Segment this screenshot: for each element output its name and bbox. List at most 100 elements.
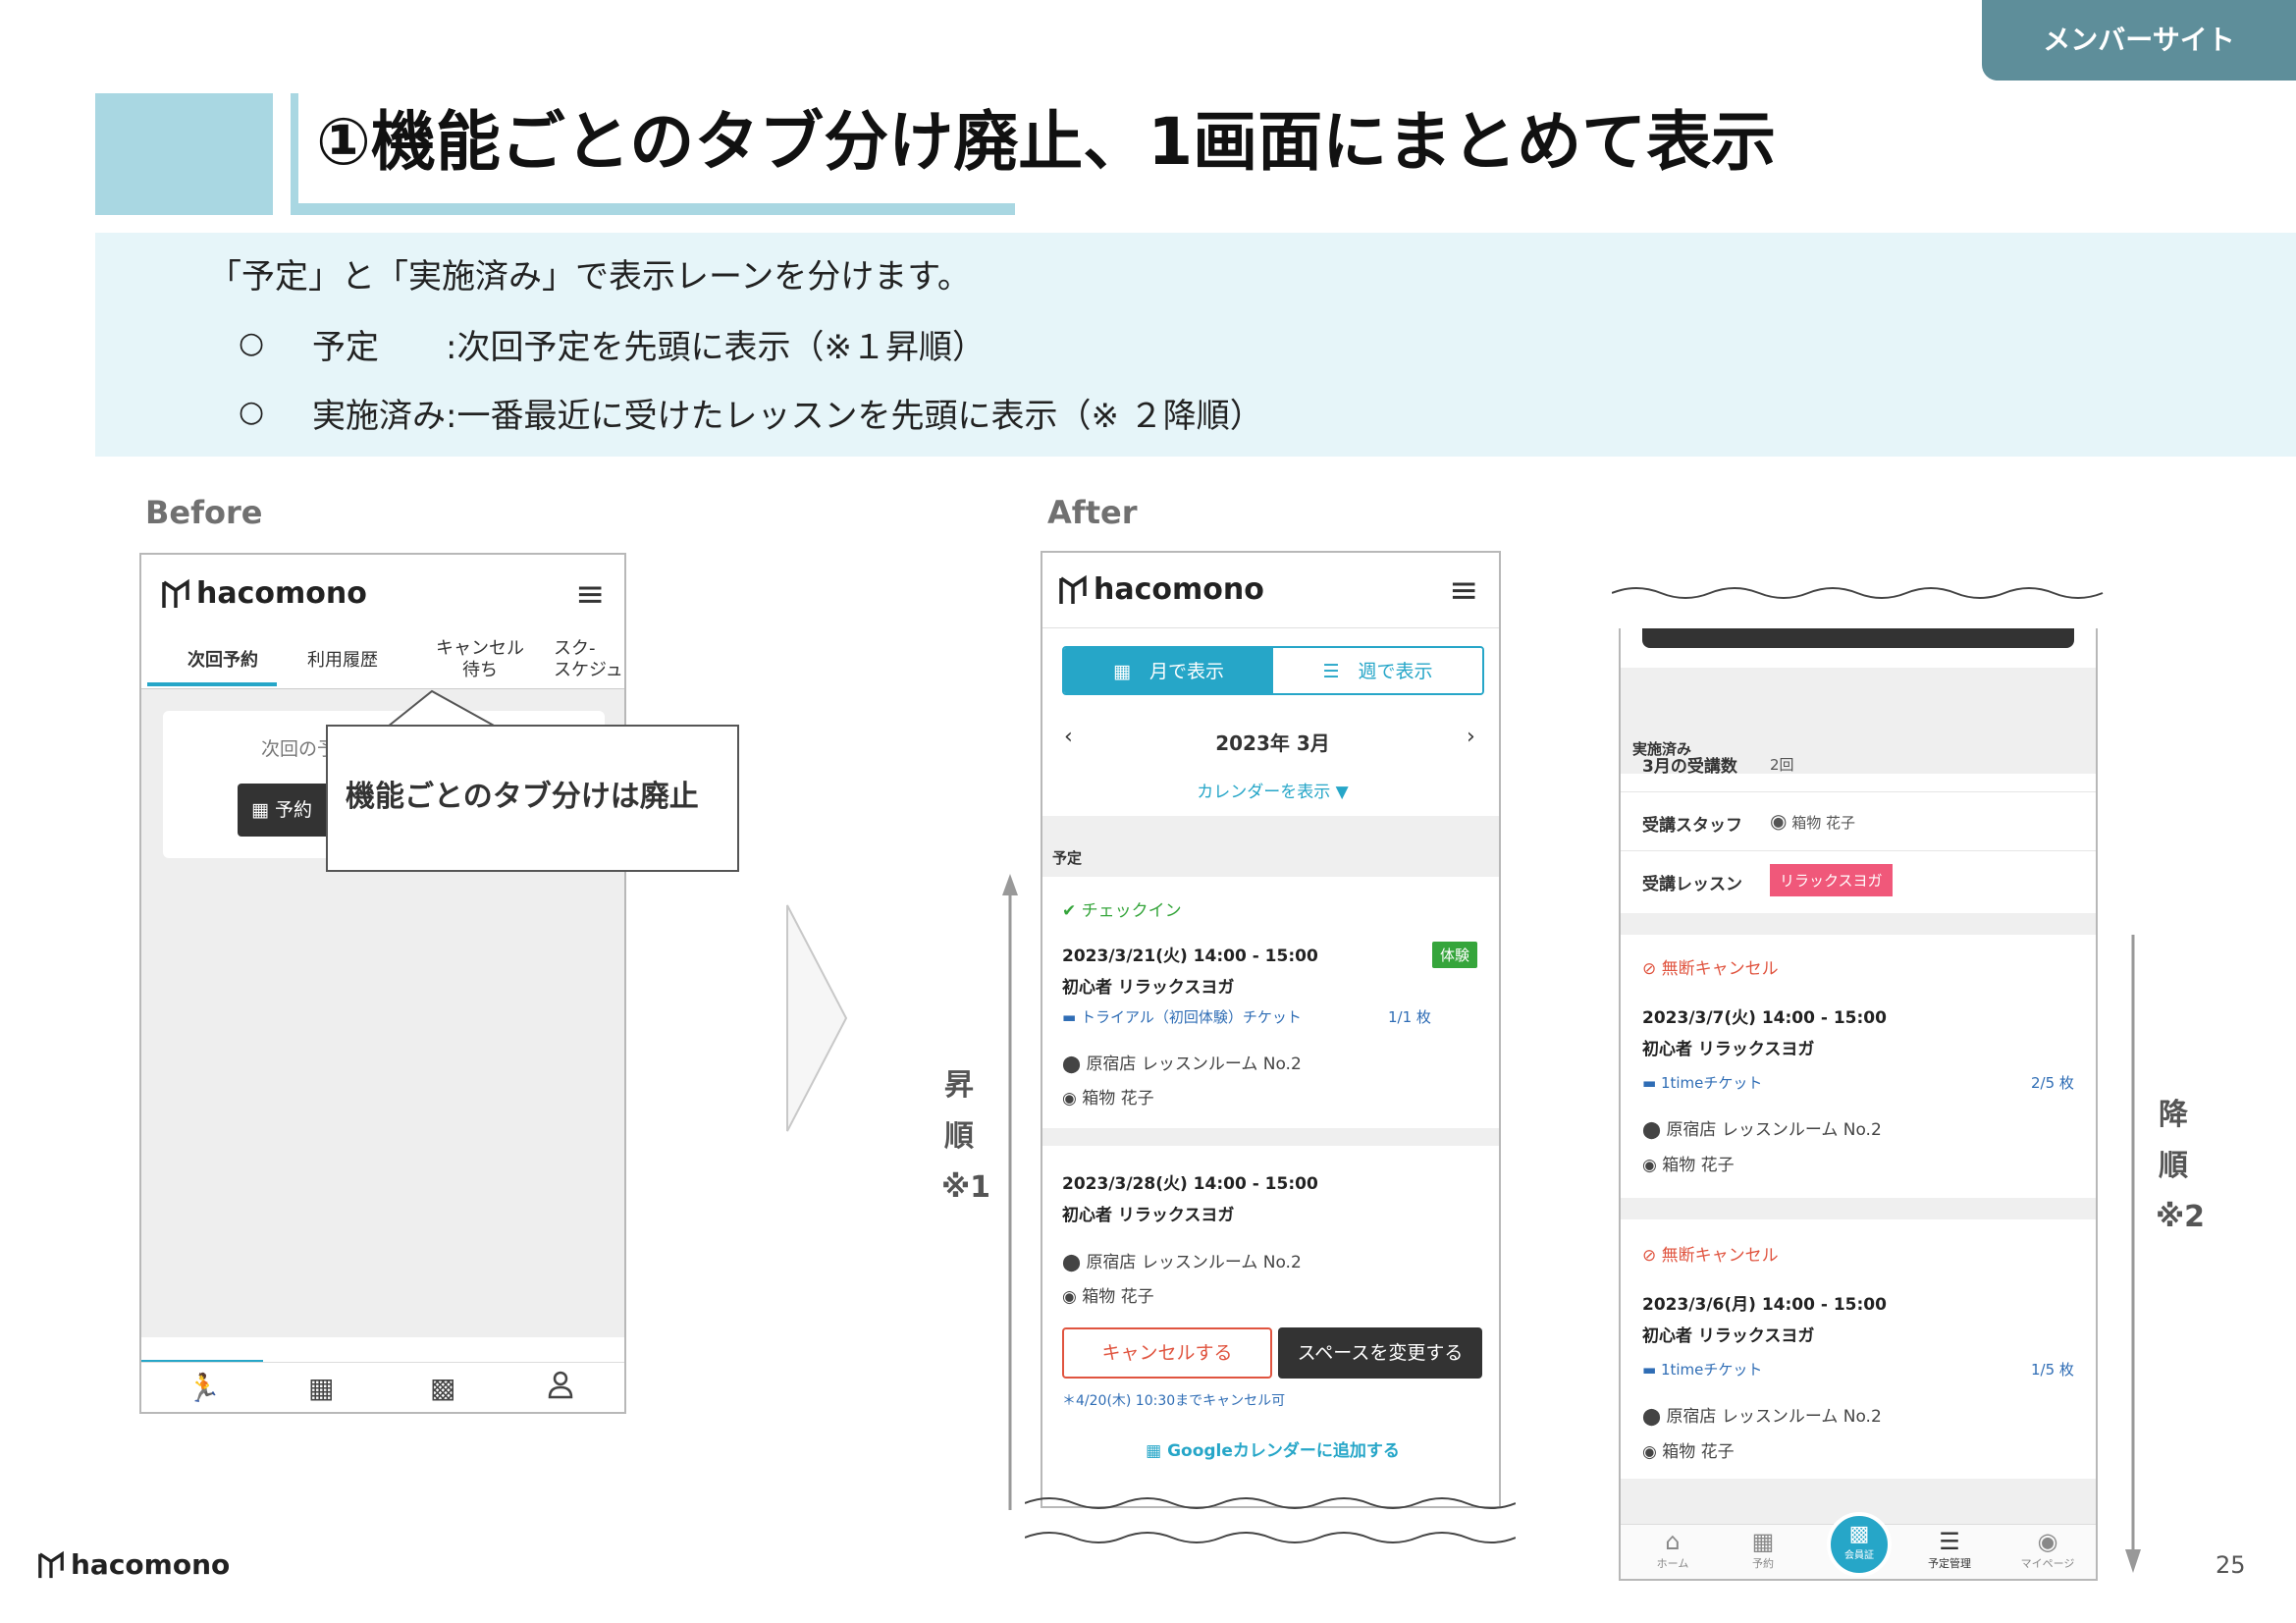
nav-member-card[interactable]: ▩ 会員証 — [1827, 1512, 1892, 1577]
ticket-label: 1timeチケット — [1660, 1361, 1763, 1379]
calendar-icon[interactable]: ▦ — [308, 1372, 334, 1404]
staff-row-name: 箱物 花子 — [1791, 814, 1856, 832]
trial-tag: 体験 — [1432, 942, 1478, 968]
cancel-button[interactable]: キャンセルする — [1062, 1327, 1272, 1379]
qr-code-icon: ▩ — [1848, 1522, 1870, 1546]
done-2-lesson: 初心者 リラックスヨガ — [1642, 1326, 1815, 1346]
lesson-row-label: 受講レッスン — [1642, 875, 1742, 894]
title-decoration-bar — [291, 93, 298, 215]
callout-pointer — [388, 689, 497, 729]
nav-reserve-label: 予約 — [1752, 1557, 1774, 1570]
reservation-1-ticket: ▬ トライアル（初回体験）チケット — [1062, 1006, 1302, 1027]
nav-divider — [141, 1362, 624, 1363]
change-space-button[interactable]: スペースを変更する — [1278, 1327, 1482, 1379]
cut-wave-top — [1612, 587, 2104, 599]
tab-next-reservation[interactable]: 次回予約 — [169, 650, 277, 672]
nav-reserve[interactable]: ▦ 予約 — [1738, 1528, 1788, 1571]
show-calendar-label: カレンダーを表示 — [1197, 783, 1331, 802]
card-separator — [1621, 1198, 2096, 1219]
done-1-date: 2023/3/7(火) 14:00 - 15:00 — [1642, 1008, 1887, 1028]
nav-schedule[interactable]: ☰ 予定管理 — [1915, 1528, 1984, 1571]
status-label: 無断キャンセル — [1661, 959, 1779, 979]
calendar-icon: ▦ — [1751, 1528, 1775, 1555]
location-label: 原宿店 レッスンルーム No.2 — [1666, 1120, 1882, 1140]
card-text: 次回の予 — [261, 738, 337, 760]
reservation-1-date: 2023/3/21(火) 14:00 - 15:00 — [1062, 947, 1318, 966]
page-number: 25 — [2216, 1551, 2246, 1579]
after-logo: hacomono — [1058, 572, 1264, 607]
calendar-icon: ▦ — [251, 799, 269, 821]
location-label: 原宿店 レッスンルーム No.2 — [1086, 1253, 1302, 1272]
menu-icon[interactable]: ≡ — [1449, 570, 1478, 611]
done-1-ticket: ▬ 1timeチケット — [1642, 1072, 1762, 1093]
running-icon[interactable]: 🏃 — [187, 1372, 221, 1404]
staff-label: 箱物 花子 — [1082, 1089, 1154, 1109]
no-entry-icon: ⊘ — [1642, 959, 1657, 979]
footer-logo: hacomono — [37, 1548, 230, 1581]
status-label: 無断キャンセル — [1661, 1246, 1779, 1266]
footer-logo-text: hacomono — [71, 1548, 231, 1581]
ascending-label-1: 昇 — [944, 1068, 974, 1103]
nav-home[interactable]: ⌂ ホーム — [1648, 1528, 1697, 1571]
list-icon: ☰ — [1939, 1528, 1960, 1555]
checkin-status: ✔ チェックイン — [1062, 896, 1182, 921]
reservation-2-date: 2023/3/28(火) 14:00 - 15:00 — [1062, 1174, 1318, 1194]
staff-row-label: 受講スタッフ — [1642, 816, 1742, 836]
staff-row-value: ◉ 箱物 花子 — [1770, 809, 1855, 833]
qr-code-icon[interactable]: ▩ — [430, 1372, 455, 1404]
done-1-ticket-count: 2/5 枚 — [2031, 1074, 2074, 1092]
reserve-button-label: 予約 — [275, 799, 313, 821]
done-2-date: 2023/3/6(月) 14:00 - 15:00 — [1642, 1295, 1887, 1315]
avatar: ◉ — [1062, 1089, 1077, 1109]
nav-mypage[interactable]: ◉ マイページ — [2013, 1528, 2082, 1571]
done-2-staff: ◉ 箱物 花子 — [1642, 1437, 1735, 1462]
after-phone: hacomono ≡ ▦ 月で表示 ☰ 週で表示 ‹ 2023年 3月 › カレ… — [1041, 551, 1501, 1508]
info-line-3: 実施済み:一番最近に受けたレッスンを先頭に表示（※ ２降順） — [312, 397, 1263, 436]
check-circle-icon: ✔ — [1062, 901, 1077, 921]
home-icon: ⌂ — [1665, 1528, 1681, 1555]
reservation-1-ticket-count: 1/1 枚 — [1388, 1008, 1431, 1026]
info-line-2: 予定 :次回予定を先頭に表示（※１昇順） — [312, 328, 986, 367]
location-pin-icon: ⬤ — [1062, 1055, 1082, 1074]
location-label: 原宿店 レッスンルーム No.2 — [1666, 1407, 1882, 1427]
transition-arrow-icon — [786, 904, 848, 1132]
reservation-2-staff: ◉ 箱物 花子 — [1062, 1282, 1154, 1307]
count-value: 2回 — [1770, 756, 1794, 774]
callout-text: 機能ごとのタブ分けは廃止 — [346, 780, 699, 814]
ascending-note: ※1 — [940, 1170, 991, 1205]
section-header-planned: 予定 — [1042, 816, 1499, 877]
location-pin-icon: ⬤ — [1642, 1120, 1662, 1140]
title-underline — [291, 203, 1015, 215]
google-calendar-link[interactable]: ▦ Googleカレンダーに追加する — [1042, 1436, 1499, 1461]
tab-schedule[interactable]: スク- スケジュ — [554, 638, 624, 681]
month-view-label: 月で表示 — [1148, 661, 1224, 682]
card-separator — [1621, 913, 2096, 935]
avatar: ◉ — [1642, 1156, 1657, 1175]
checkin-label: チェックイン — [1081, 901, 1182, 921]
week-view-button[interactable]: ☰ 週で表示 — [1273, 648, 1482, 693]
done-2-location: ⬤ 原宿店 レッスンルーム No.2 — [1642, 1402, 1882, 1427]
menu-icon[interactable]: ≡ — [575, 574, 605, 615]
ticket-icon: ▬ — [1642, 1074, 1657, 1092]
reservation-2-lesson: 初心者 リラックスヨガ — [1062, 1206, 1235, 1225]
ascending-arrow — [1000, 874, 1020, 1512]
next-month-icon[interactable]: › — [1467, 725, 1475, 749]
nav-home-label: ホーム — [1656, 1557, 1689, 1570]
cancel-deadline-note: ＊4/20(木) 10:30までキャンセル可 — [1062, 1393, 1286, 1409]
user-icon: ◉ — [2037, 1528, 2058, 1555]
done-1-status: ⊘ 無断キャンセル — [1642, 954, 1779, 979]
google-calendar-label: Googleカレンダーに追加する — [1167, 1441, 1400, 1461]
month-title: 2023年 3月 — [1215, 731, 1330, 755]
show-calendar-link[interactable]: カレンダーを表示 ▼ — [1042, 778, 1499, 802]
before-logo-text: hacomono — [196, 576, 367, 611]
done-phone: 実施済み 3月の受講数 2回 受講スタッフ ◉ 箱物 花子 受講レッスン リラッ… — [1619, 628, 2098, 1581]
reservation-1-lesson: 初心者 リラックスヨガ — [1062, 978, 1235, 998]
tab-usage-history[interactable]: 利用履歴 — [289, 650, 397, 672]
section-title-planned: 予定 — [1052, 849, 1083, 867]
user-icon[interactable] — [548, 1370, 573, 1403]
tab-cancel-waiting[interactable]: キャンセル 待ち — [416, 638, 544, 681]
hacomono-logo-icon — [38, 1550, 64, 1578]
month-view-button[interactable]: ▦ 月で表示 — [1064, 648, 1273, 693]
before-phone: hacomono ≡ 次回予約 利用履歴 キャンセル 待ち スク- スケジュ 次… — [139, 553, 626, 1414]
page-title: ①機能ごとのタブ分け廃止、1画面にまとめて表示 — [316, 104, 1777, 180]
